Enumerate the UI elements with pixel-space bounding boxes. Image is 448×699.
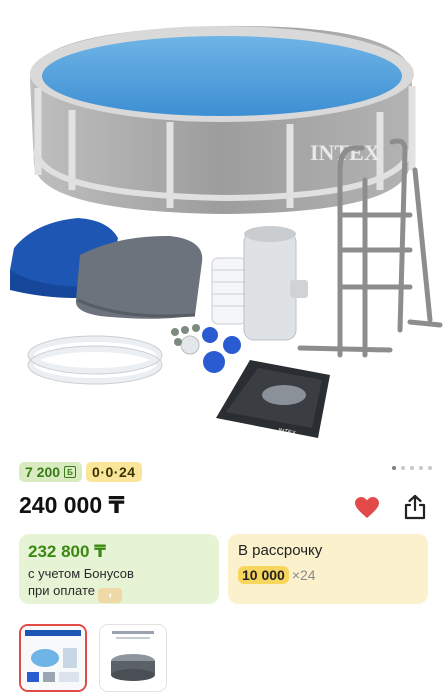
gallery-pagination <box>392 466 432 470</box>
bonus-note-line2-row: при оплате ◖ <box>28 582 210 603</box>
installment-amount: 10 000 <box>238 566 289 584</box>
bonus-badge: 7 200 Б <box>19 462 83 482</box>
thumbnail-image <box>21 626 85 690</box>
product-badges: 7 200 Б 0·0·24 <box>19 462 142 482</box>
bonus-price: 232 800 ₸ <box>28 542 107 561</box>
gallery-dot <box>419 466 423 470</box>
gallery-thumbnails <box>19 624 167 692</box>
installment-row: 10 000 ×24 <box>238 566 418 584</box>
share-icon <box>404 494 426 520</box>
bonus-note: с учетом Бонусов при оплате ◖ <box>28 565 210 603</box>
installment-title: В рассрочку <box>238 542 323 559</box>
gallery-dot <box>401 466 405 470</box>
payment-logo-icon: ◖ <box>97 588 122 603</box>
product-image[interactable]: INTEX INTEX <box>0 0 448 455</box>
installment-badge: 0·0·24 <box>86 462 142 482</box>
installment-card[interactable]: В рассрочку 10 000 ×24 <box>228 534 428 604</box>
share-button[interactable] <box>401 493 429 521</box>
product-price: 240 000 ₸ <box>19 492 125 518</box>
thumbnail-2[interactable] <box>99 624 167 692</box>
bonus-icon: Б <box>64 466 77 478</box>
bonus-badge-value: 7 200 <box>25 464 61 480</box>
bonus-price-card[interactable]: 232 800 ₸ с учетом Бонусов при оплате ◖ <box>19 534 219 604</box>
installment-multiplier: ×24 <box>291 567 316 583</box>
gallery-dot <box>392 466 396 470</box>
favorite-button[interactable] <box>354 496 380 520</box>
gallery-dot <box>428 466 432 470</box>
bonus-note-line2: при оплате <box>28 583 95 598</box>
heart-icon <box>355 497 379 518</box>
bonus-note-line1: с учетом Бонусов <box>28 566 134 581</box>
gallery-dot <box>410 466 414 470</box>
thumbnail-1[interactable] <box>19 624 87 692</box>
thumbnail-image <box>100 625 166 691</box>
